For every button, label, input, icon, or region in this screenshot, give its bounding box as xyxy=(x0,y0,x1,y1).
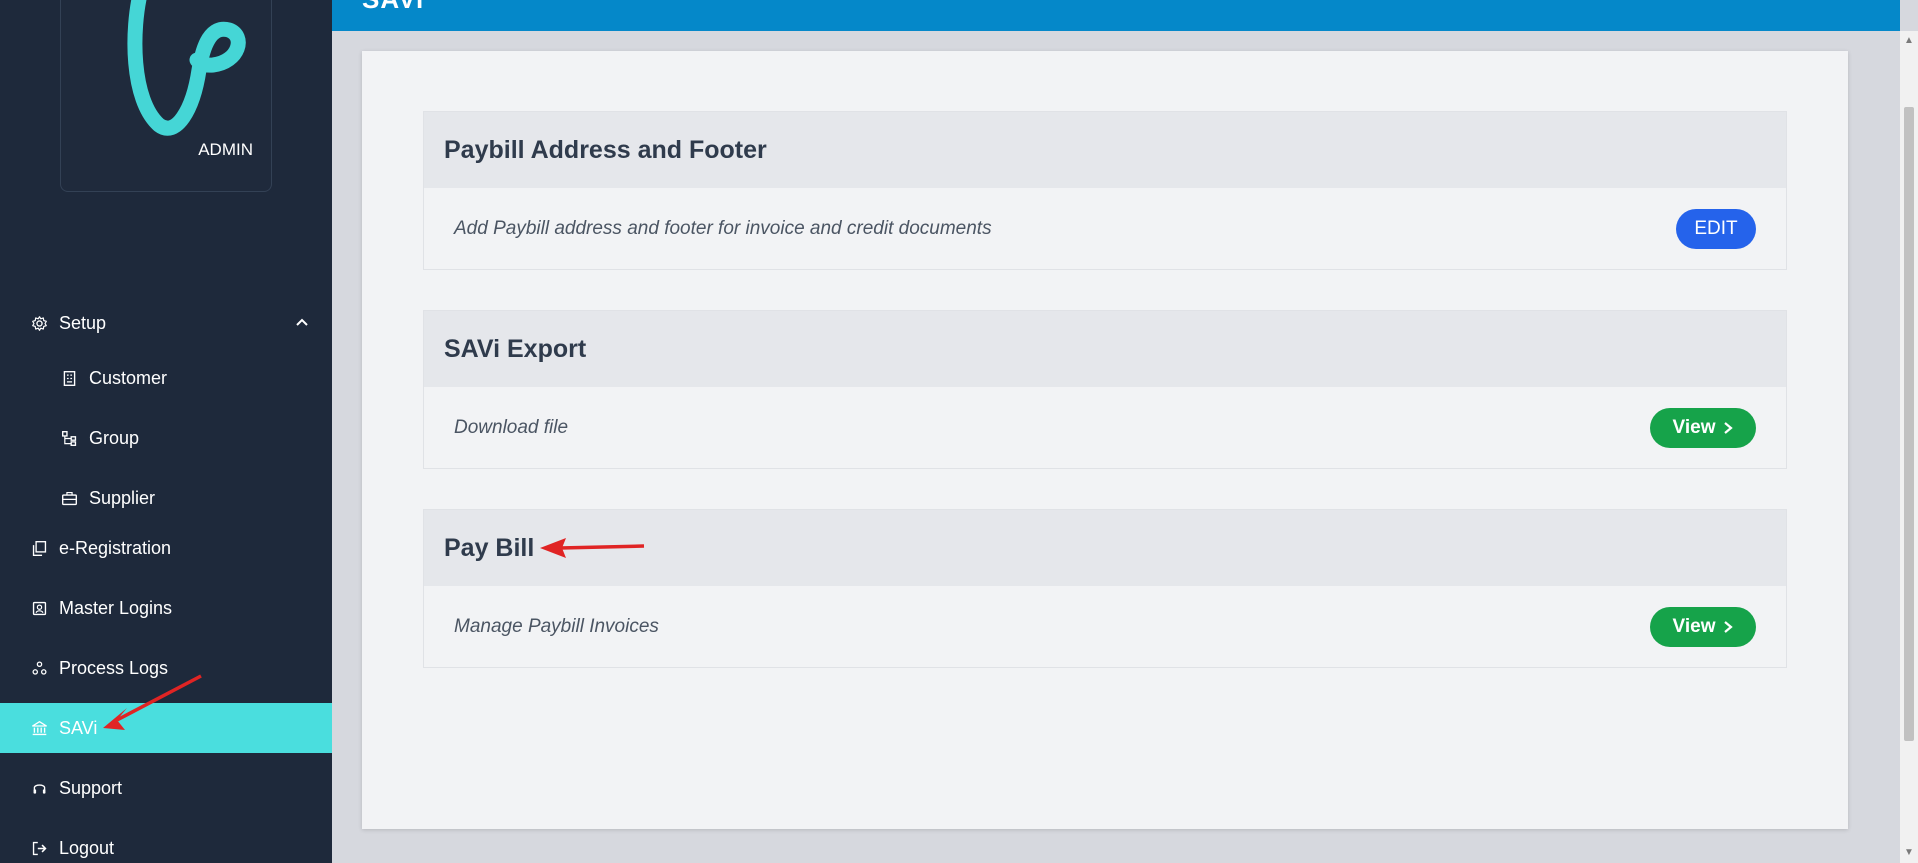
scroll-thumb[interactable] xyxy=(1904,107,1914,741)
id-card-icon xyxy=(29,598,49,618)
sidebar-item-label: Master Logins xyxy=(59,597,173,618)
main-card: Paybill Address and Footer Add Paybill a… xyxy=(362,51,1848,829)
copy-icon xyxy=(29,538,49,558)
top-bar: SAVi xyxy=(332,0,1900,31)
annotation-arrow-pay-bill xyxy=(540,538,645,558)
sidebar-item-label: Customer xyxy=(89,367,168,388)
scroll-up-icon[interactable]: ▲ xyxy=(1904,36,1914,46)
sidebar-item-setup[interactable]: Setup xyxy=(0,298,332,348)
edit-button[interactable]: EDIT xyxy=(1676,209,1756,249)
brand-logo xyxy=(127,0,246,136)
view-pay-bill-button[interactable]: View xyxy=(1650,607,1756,647)
sidebar-item-label: SAVi xyxy=(59,717,98,738)
chevron-up-icon[interactable] xyxy=(294,314,310,330)
scroll-down-icon[interactable]: ▼ xyxy=(1904,848,1914,858)
sidebar-item-supplier[interactable]: Supplier xyxy=(0,473,332,523)
sidebar-item-label: Setup xyxy=(59,312,107,333)
edit-button-label: EDIT xyxy=(1694,218,1738,239)
headset-icon xyxy=(29,778,49,798)
panel-title: SAVi Export xyxy=(444,334,587,363)
sidebar: ADMIN Setup Customer Group Supplier e-Re… xyxy=(0,0,332,863)
sidebar-item-group[interactable]: Group xyxy=(0,413,332,463)
panel-savi-export: SAVi Export Download file View xyxy=(423,310,1787,469)
panel-header: Paybill Address and Footer xyxy=(424,112,1786,188)
role-label: ADMIN xyxy=(198,140,253,159)
panel-description: Download file xyxy=(454,417,569,438)
briefcase-icon xyxy=(59,488,79,508)
panel-body: Download file View xyxy=(424,387,1786,469)
panel-title: Paybill Address and Footer xyxy=(444,135,767,164)
sidebar-item-label: Supplier xyxy=(89,487,156,508)
bank-icon xyxy=(29,718,49,738)
sidebar-item-label: e-Registration xyxy=(59,537,172,558)
annotation-arrow-savi xyxy=(103,674,202,730)
sidebar-item-support[interactable]: Support xyxy=(0,763,332,813)
sidebar-item-label: Group xyxy=(89,427,140,448)
page-title: SAVi xyxy=(362,0,424,15)
sidebar-item-label: Support xyxy=(59,777,123,798)
panel-body: Manage Paybill Invoices View xyxy=(424,586,1786,668)
sidebar-item-e-registration[interactable]: e-Registration xyxy=(0,523,332,573)
panel-body: Add Paybill address and footer for invoi… xyxy=(424,188,1786,270)
gear-icon xyxy=(29,313,49,333)
view-export-button[interactable]: View xyxy=(1650,408,1756,448)
panel-description: Add Paybill address and footer for invoi… xyxy=(454,218,992,239)
panel-pay-bill: Pay Bill Manage Paybill Invoices View xyxy=(423,509,1787,668)
panel-header: Pay Bill xyxy=(424,510,1786,586)
sidebar-item-master-logins[interactable]: Master Logins xyxy=(0,583,332,633)
logo-card: ADMIN xyxy=(60,0,272,192)
view-button-label: View xyxy=(1672,417,1716,438)
panel-paybill-address: Paybill Address and Footer Add Paybill a… xyxy=(423,111,1787,270)
sidebar-item-logout[interactable]: Logout xyxy=(0,823,332,863)
logout-icon xyxy=(29,838,49,858)
chevron-right-icon xyxy=(1724,621,1734,633)
sidebar-item-label: Logout xyxy=(59,837,115,858)
building-icon xyxy=(59,368,79,388)
vertical-scrollbar[interactable]: ▲ ▼ xyxy=(1900,31,1918,863)
panel-title: Pay Bill xyxy=(444,533,535,562)
hierarchy-icon xyxy=(59,428,79,448)
panel-header: SAVi Export xyxy=(424,311,1786,387)
panel-description: Manage Paybill Invoices xyxy=(454,616,659,637)
view-button-label: View xyxy=(1672,616,1716,637)
sidebar-item-customer[interactable]: Customer xyxy=(0,353,332,403)
nodes-icon xyxy=(29,658,49,678)
chevron-right-icon xyxy=(1724,422,1734,434)
